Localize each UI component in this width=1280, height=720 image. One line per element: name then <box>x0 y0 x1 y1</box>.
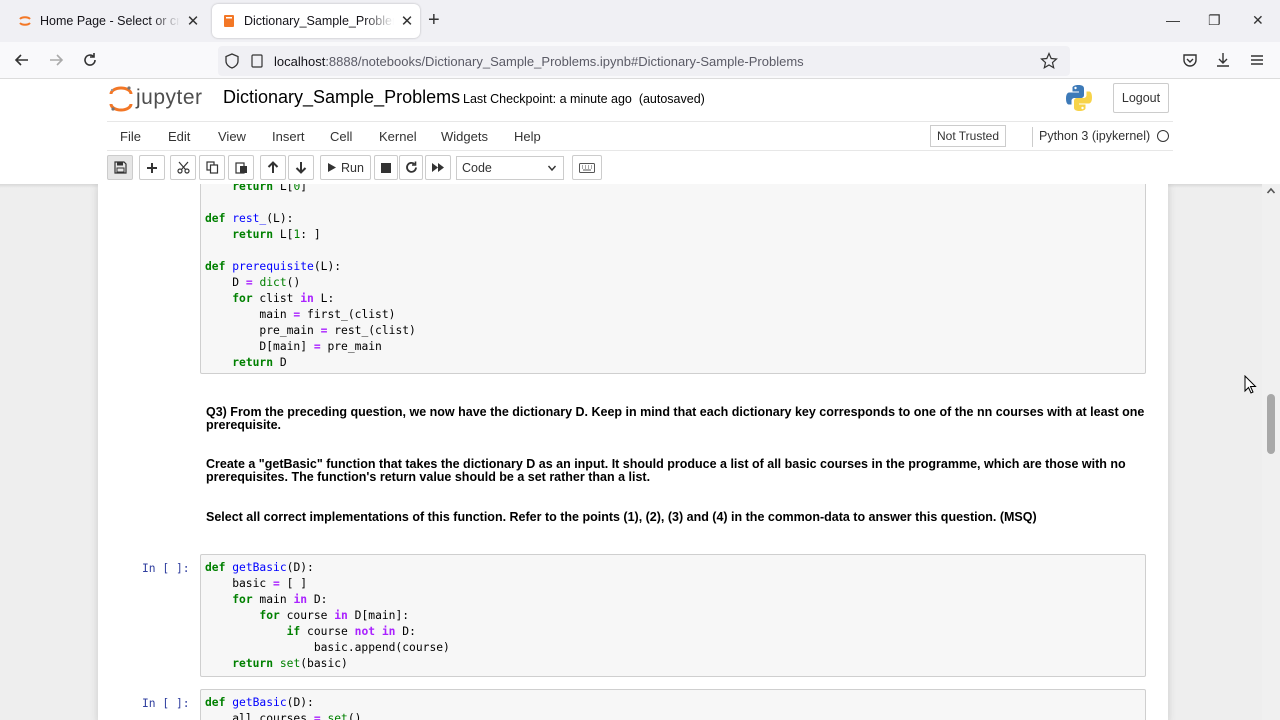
insert-cell-button[interactable] <box>139 155 165 180</box>
fast-forward-icon <box>432 163 444 172</box>
markdown-question-q3: Q3) From the preceding question, we now … <box>206 405 1145 432</box>
checkpoint-status: Last Checkpoint: a minute ago (autosaved… <box>463 92 705 106</box>
python-logo-icon <box>1066 85 1092 111</box>
paste-button[interactable] <box>228 155 254 180</box>
run-label: Run <box>341 160 364 175</box>
new-tab-plus-icon[interactable]: + <box>428 10 440 30</box>
menu-kernel[interactable]: Kernel <box>379 129 417 144</box>
markdown-question-create: Create a "getBasic" function that takes … <box>206 457 1126 484</box>
tab-title: Home Page - Select or create a notebook <box>40 14 180 28</box>
save-icon <box>113 161 127 174</box>
keyboard-icon <box>579 162 595 173</box>
notebook-name[interactable]: Dictionary_Sample_Problems <box>223 87 460 108</box>
cell-type-select[interactable]: Code <box>456 156 564 180</box>
move-up-button[interactable] <box>260 155 286 180</box>
cut-button[interactable] <box>170 155 196 180</box>
notebook-scroll-area[interactable]: return L[0] def rest_(L): return L[1: ] … <box>0 184 1280 720</box>
menu-edit[interactable]: Edit <box>168 129 190 144</box>
code-editor[interactable]: def getBasic(D): all_courses = set() <box>201 690 1145 720</box>
minimize-icon[interactable]: — <box>1166 12 1180 28</box>
notebook-favicon-icon <box>224 15 234 27</box>
restart-run-all-button[interactable] <box>425 155 451 180</box>
cell-prompt: In [ ]: <box>142 562 190 575</box>
url-bar[interactable]: localhost:8888/notebooks/Dictionary_Samp… <box>218 46 1070 76</box>
paste-icon <box>234 162 247 174</box>
notebook-toolbar: Run Code <box>107 155 1173 181</box>
browser-tab-bar: Home Page - Select or create a notebook … <box>0 0 1280 42</box>
restart-button[interactable] <box>399 155 423 180</box>
stop-icon <box>381 162 391 173</box>
copy-button[interactable] <box>199 155 225 180</box>
command-palette-button[interactable] <box>572 155 602 180</box>
url-path: :8888/notebooks/Dictionary_Sample_Proble… <box>325 54 804 69</box>
code-editor[interactable]: def getBasic(D): basic = [ ] for main in… <box>201 555 1145 672</box>
notebook-page: return L[0] def rest_(L): return L[1: ] … <box>98 184 1168 720</box>
restart-icon <box>405 161 417 173</box>
run-button[interactable]: Run <box>320 155 371 180</box>
kernel-name[interactable]: Python 3 (ipykernel) <box>1039 129 1150 143</box>
markdown-question-select: Select all correct implementations of th… <box>206 510 1037 524</box>
scroll-up-arrow-icon[interactable] <box>1266 186 1276 196</box>
scissors-icon <box>176 161 190 174</box>
copy-icon <box>205 161 218 174</box>
interrupt-button[interactable] <box>374 155 398 180</box>
forward-arrow-icon[interactable] <box>47 51 65 69</box>
download-icon[interactable] <box>1214 51 1232 69</box>
code-cell-prerequisite[interactable]: return L[0] def rest_(L): return L[1: ] … <box>200 184 1146 374</box>
cell-prompt: In [ ]: <box>142 697 190 710</box>
tab-title: Dictionary_Sample_Problems - Jupyter Not… <box>244 14 394 28</box>
bookmark-star-icon[interactable] <box>1040 52 1058 70</box>
jupyter-logo-text[interactable]: jupyter <box>136 86 203 110</box>
browser-nav-bar: localhost:8888/notebooks/Dictionary_Samp… <box>0 42 1280 79</box>
window-close-icon[interactable]: ✕ <box>1252 12 1264 29</box>
back-arrow-icon[interactable] <box>13 51 31 69</box>
play-icon <box>328 163 337 172</box>
jupyter-favicon-icon <box>19 16 31 26</box>
restore-icon[interactable]: ❐ <box>1208 12 1221 29</box>
close-icon[interactable]: ✕ <box>394 12 420 30</box>
cell-type-value: Code <box>462 161 492 175</box>
move-down-button[interactable] <box>288 155 314 180</box>
menu-file[interactable]: File <box>120 129 141 144</box>
checkpoint-text: Last Checkpoint: a minute ago <box>463 92 632 106</box>
pocket-icon[interactable] <box>1181 51 1199 69</box>
jupyter-header: jupyter Dictionary_Sample_Problems Last … <box>0 79 1280 121</box>
browser-tab-home[interactable]: Home Page - Select or create a notebook … <box>8 4 206 38</box>
code-editor[interactable]: return L[0] def rest_(L): return L[1: ] … <box>201 184 1145 371</box>
menu-widgets[interactable]: Widgets <box>441 129 488 144</box>
logout-button[interactable]: Logout <box>1113 83 1169 113</box>
menu-bar: File Edit View Insert Cell Kernel Widget… <box>107 121 1173 151</box>
url-host: localhost <box>274 54 326 69</box>
mouse-cursor-icon <box>1244 375 1257 394</box>
menu-view[interactable]: View <box>218 129 246 144</box>
chevron-down-icon <box>547 165 557 172</box>
arrow-down-icon <box>295 162 307 174</box>
autosave-text: (autosaved) <box>638 92 705 106</box>
code-cell-getbasic-2[interactable]: def getBasic(D): all_courses = set() <box>200 689 1146 720</box>
page-scrollbar[interactable] <box>1262 184 1280 720</box>
arrow-up-icon <box>267 161 279 173</box>
shield-icon[interactable] <box>224 53 240 69</box>
kernel-idle-indicator-icon <box>1157 130 1169 142</box>
reload-icon[interactable] <box>81 51 99 69</box>
plus-icon <box>147 162 157 173</box>
browser-tab-notebook[interactable]: Dictionary_Sample_Problems - Jupyter Not… <box>212 4 420 38</box>
page-info-icon[interactable] <box>250 54 264 68</box>
close-icon[interactable]: ✕ <box>180 12 206 30</box>
menu-cell[interactable]: Cell <box>330 129 352 144</box>
kernel-divider <box>1032 127 1033 147</box>
scrollbar-thumb[interactable] <box>1267 394 1275 454</box>
save-button[interactable] <box>107 155 133 180</box>
url-text: localhost:8888/notebooks/Dictionary_Samp… <box>274 54 804 69</box>
jupyter-logo-icon[interactable] <box>108 84 134 114</box>
hamburger-menu-icon[interactable] <box>1248 51 1266 69</box>
not-trusted-button[interactable]: Not Trusted <box>930 125 1007 147</box>
menu-help[interactable]: Help <box>514 129 541 144</box>
code-cell-getbasic-1[interactable]: def getBasic(D): basic = [ ] for main in… <box>200 554 1146 677</box>
menu-insert[interactable]: Insert <box>272 129 305 144</box>
